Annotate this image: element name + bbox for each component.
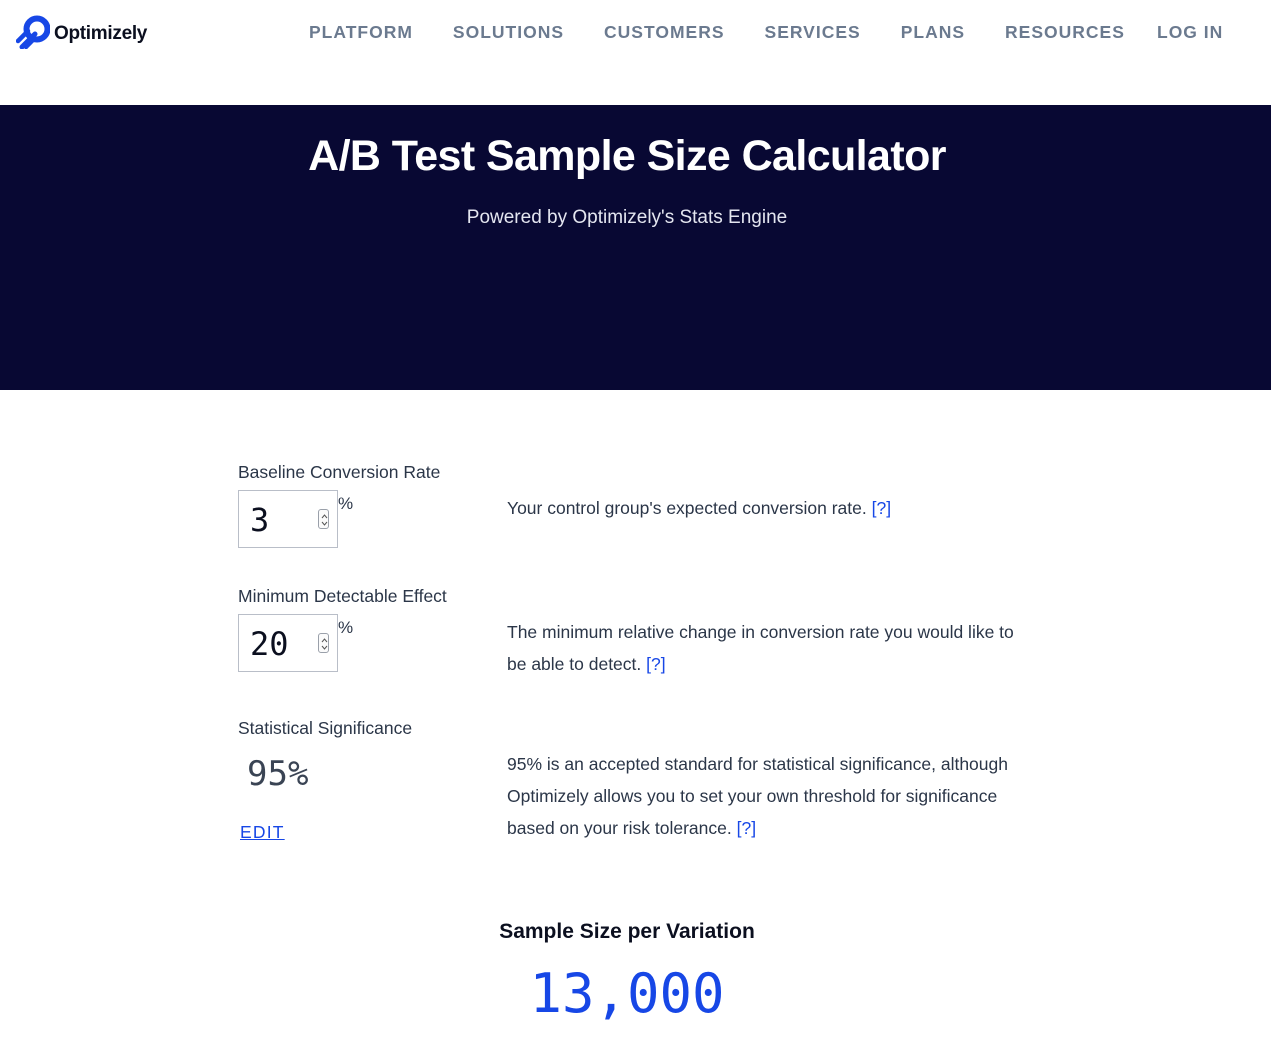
nav-solutions[interactable]: SOLUTIONS [453,20,564,44]
sample-size-label: Sample Size per Variation [499,920,755,943]
logo-wordmark: Optimizely [54,23,148,44]
nav-platform[interactable]: PLATFORM [309,20,413,44]
baseline-description: Your control group's expected conversion… [507,492,1047,524]
baseline-unit: % [338,494,354,513]
baseline-input[interactable]: 3 [238,490,338,548]
edit-significance-link[interactable]: EDIT [240,820,285,844]
login-link[interactable]: LOG IN [1157,20,1223,44]
mde-label: Minimum Detectable Effect [238,586,447,606]
page-title: A/B Test Sample Size Calculator [308,132,946,180]
hero-banner: A/B Test Sample Size Calculator Powered … [0,105,1271,390]
page-subtitle: Powered by Optimizely's Stats Engine [466,207,788,228]
significance-description-text: 95% is an accepted standard for statisti… [507,754,1008,838]
nav-customers[interactable]: CUSTOMERS [604,20,725,44]
nav-resources[interactable]: RESOURCES [1005,20,1125,44]
mde-input[interactable]: 20 [238,614,338,672]
baseline-description-text: Your control group's expected conversion… [507,498,867,518]
baseline-stepper[interactable] [318,509,329,529]
baseline-help-link[interactable]: [?] [872,498,891,518]
mde-description: The minimum relative change in conversio… [507,616,1027,680]
mde-unit: % [338,618,354,637]
optimizely-logo[interactable]: Optimizely [15,14,148,50]
stepper-arrows-icon [321,638,328,650]
significance-help-link[interactable]: [?] [737,818,756,838]
main-nav: PLATFORM SOLUTIONS CUSTOMERS SERVICES PL… [309,20,1165,44]
significance-value: 95% [247,754,309,794]
mde-value[interactable]: 20 [250,625,289,663]
baseline-label: Baseline Conversion Rate [238,462,441,482]
stepper-arrows-icon [321,514,328,526]
mde-help-link[interactable]: [?] [646,654,665,674]
baseline-value[interactable]: 3 [250,501,269,539]
nav-plans[interactable]: PLANS [901,20,965,44]
site-header: Optimizely PLATFORM SOLUTIONS CUSTOMERS … [0,0,1271,105]
significance-label: Statistical Significance [238,718,413,738]
mde-stepper[interactable] [318,633,329,653]
rocket-logo-icon [15,15,51,50]
nav-services[interactable]: SERVICES [765,20,861,44]
significance-description: 95% is an accepted standard for statisti… [507,748,1017,844]
sample-size-value: 13,000 [529,962,725,1025]
mde-description-text: The minimum relative change in conversio… [507,622,1014,674]
